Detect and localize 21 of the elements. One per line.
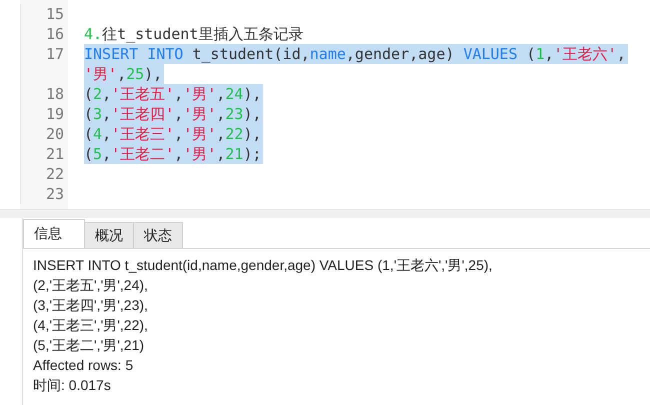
message-line: Affected rows: 5 [33,356,134,375]
line-number: 21 [46,145,64,163]
message-line: 时间: 0.017s [33,376,112,395]
code-line: 4.往t_student里插入五条记录 [84,24,304,44]
line-number: 16 [46,25,64,43]
message-line: (4,'王老三','男',22), [33,316,149,335]
line-number: 20 [46,125,64,143]
message-line: (5,'王老二','男',21) [33,336,146,355]
line-number: 18 [46,85,64,103]
line-number: 23 [46,185,64,203]
message-line: INSERT INTO t_student(id,name,gender,age) VALUES (1,'王老六','男',25), [33,256,494,275]
panel-tab[interactable]: 概况 [84,222,134,248]
line-number: 15 [46,5,64,23]
line-number: 19 [46,105,64,123]
panel-tab[interactable]: 信息 [23,219,85,248]
panel-tab[interactable]: 状态 [133,222,183,248]
line-number: 22 [46,165,64,183]
message-line: (2,'王老五','男',24), [33,276,149,295]
splitter-bar[interactable] [0,209,650,218]
line-number: 17 [46,45,64,63]
message-line: (3,'王老四','男',23), [33,296,149,315]
